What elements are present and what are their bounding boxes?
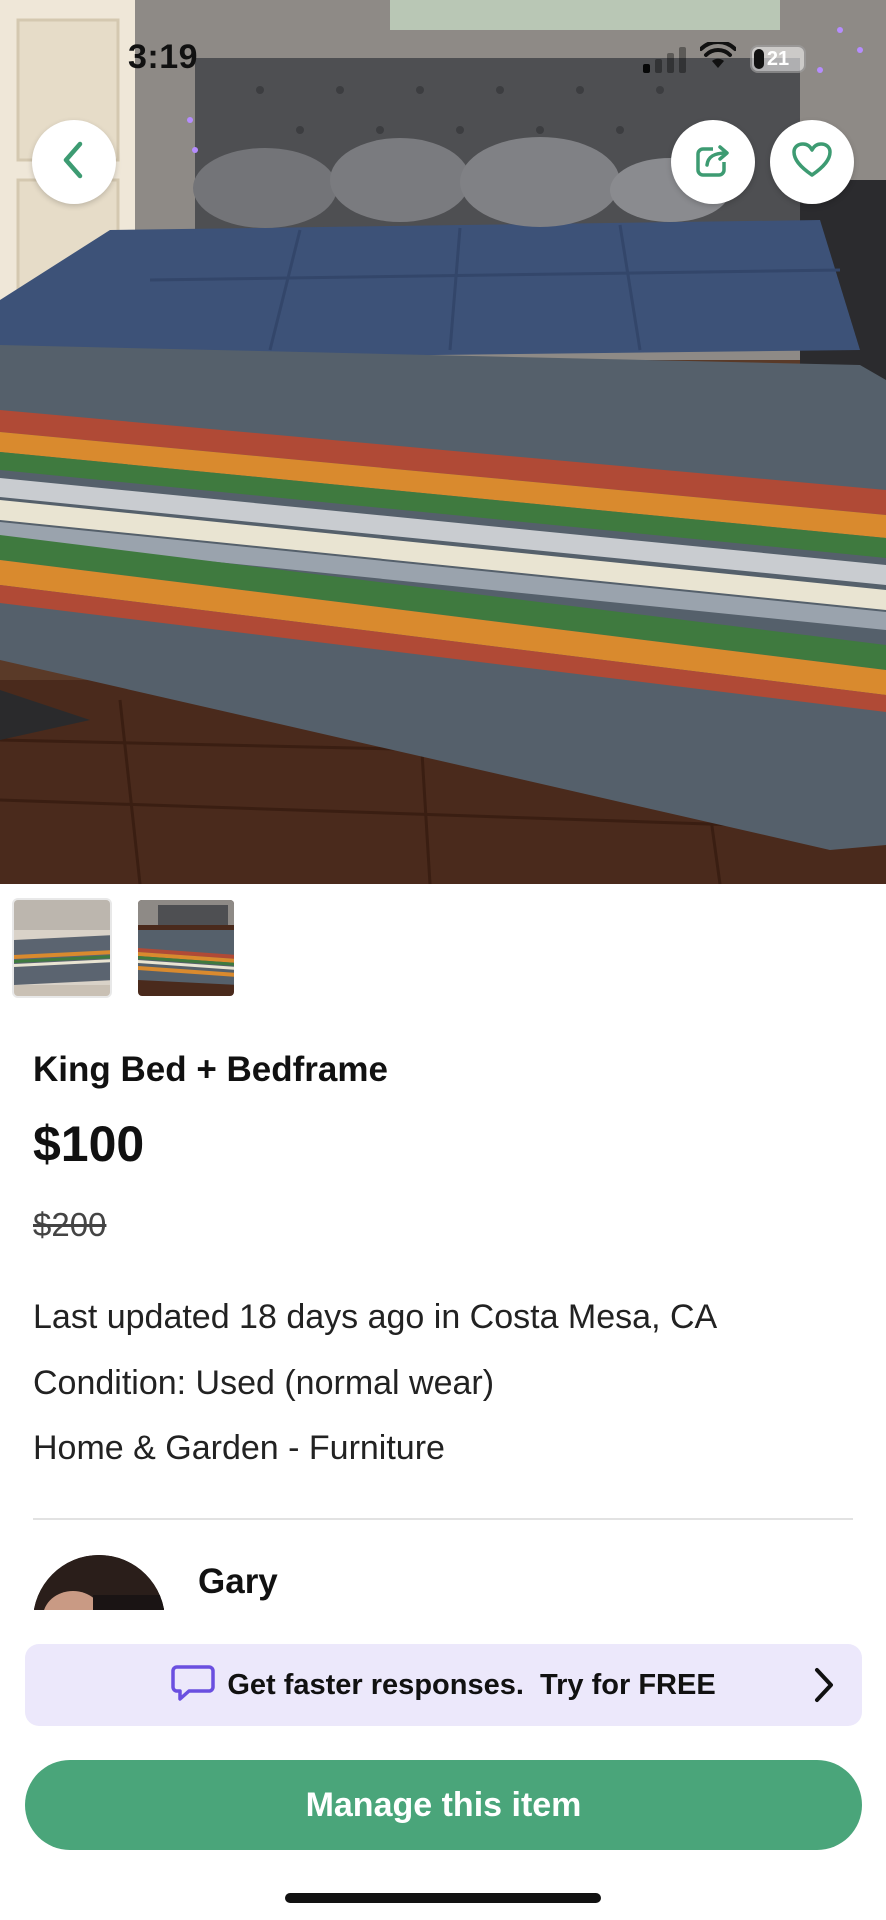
cellular-signal-icon bbox=[643, 45, 686, 73]
last-updated-location: Last updated 18 days ago in Costa Mesa, … bbox=[33, 1298, 718, 1336]
chevron-right-icon bbox=[812, 1666, 836, 1709]
promo-banner[interactable]: Get faster responses. Try for FREE bbox=[25, 1644, 862, 1726]
seller-name[interactable]: Gary bbox=[198, 1562, 278, 1602]
home-indicator[interactable] bbox=[285, 1893, 601, 1903]
listing-price: $100 bbox=[33, 1116, 145, 1172]
status-time: 3:19 bbox=[128, 38, 199, 76]
battery-level: 21 bbox=[766, 47, 790, 70]
promo-text: Get faster responses. Try for FREE bbox=[227, 1668, 716, 1701]
thumbnail-1[interactable] bbox=[12, 898, 112, 998]
listing-title: King Bed + Bedframe bbox=[33, 1050, 388, 1089]
wifi-icon bbox=[699, 39, 737, 75]
chevron-left-icon bbox=[59, 140, 89, 185]
condition-text: Condition: Used (normal wear) bbox=[33, 1364, 495, 1402]
manage-item-button[interactable]: Manage this item bbox=[25, 1760, 862, 1850]
bed-photo-illustration bbox=[0, 0, 886, 884]
thumbnail-2[interactable] bbox=[136, 898, 236, 998]
divider bbox=[33, 1518, 853, 1520]
share-icon bbox=[693, 140, 733, 185]
back-button[interactable] bbox=[32, 120, 116, 204]
thumbnail-strip bbox=[12, 898, 236, 998]
status-bar: 3:19 21 bbox=[0, 0, 886, 120]
share-button[interactable] bbox=[671, 120, 755, 204]
manage-item-label: Manage this item bbox=[305, 1785, 582, 1824]
original-price: $200 bbox=[33, 1206, 107, 1243]
category-text[interactable]: Home & Garden - Furniture bbox=[33, 1429, 445, 1468]
battery-icon: 21 bbox=[750, 44, 806, 73]
listing-photo[interactable] bbox=[0, 0, 886, 884]
favorite-button[interactable] bbox=[770, 120, 854, 204]
status-icons: 21 bbox=[643, 39, 806, 75]
heart-icon bbox=[791, 141, 833, 184]
chat-bubble-icon bbox=[171, 1663, 216, 1708]
